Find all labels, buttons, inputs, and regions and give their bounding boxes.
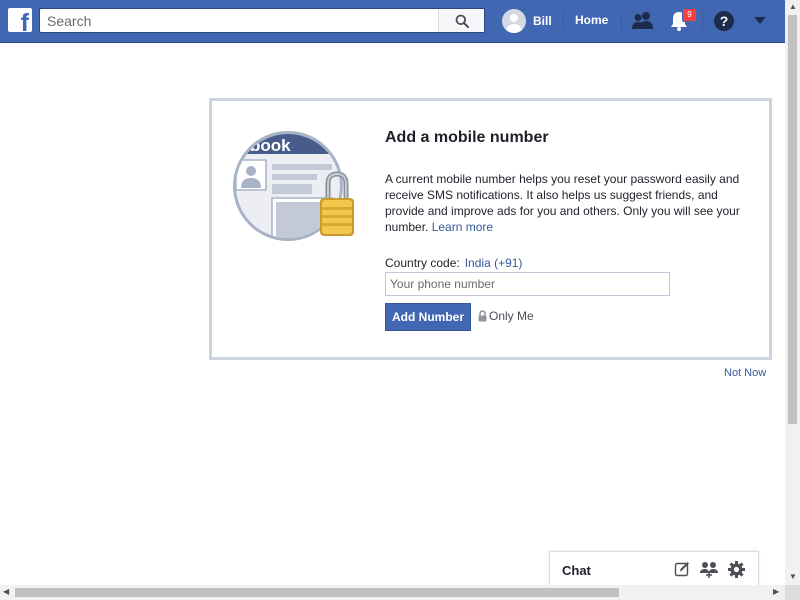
- phone-security-illustration: book: [233, 131, 354, 241]
- scroll-left-arrow-icon[interactable]: ◀: [3, 588, 9, 596]
- scrollbar-corner: [785, 585, 800, 600]
- vertical-scrollbar[interactable]: ▲ ▼: [785, 0, 800, 585]
- not-now-link[interactable]: Not Now: [724, 367, 766, 379]
- search-input[interactable]: [40, 9, 438, 32]
- scroll-down-arrow-icon[interactable]: ▼: [789, 573, 797, 581]
- chat-label[interactable]: Chat: [562, 563, 591, 578]
- account-menu-chevron-icon[interactable]: [754, 17, 766, 25]
- chat-bar[interactable]: Chat: [549, 551, 759, 587]
- search-box: [39, 8, 485, 33]
- top-navigation-bar: f Bill Home 9 ?: [0, 0, 785, 43]
- logo-letter: f: [20, 9, 29, 33]
- facebook-logo-icon[interactable]: f: [8, 8, 32, 32]
- illustration-text: book: [250, 136, 291, 155]
- group-icon[interactable]: [700, 561, 718, 578]
- card-title: Add a mobile number: [385, 129, 549, 146]
- horizontal-scrollbar[interactable]: ◀ ▶: [0, 585, 785, 600]
- search-icon: [455, 14, 469, 28]
- help-icon[interactable]: ?: [713, 10, 735, 32]
- friend-requests-icon[interactable]: [631, 11, 654, 30]
- nav-divider: [563, 12, 564, 30]
- add-mobile-number-card: book Add a mobile number A current mobil…: [209, 98, 772, 360]
- privacy-label: Only Me: [489, 309, 534, 323]
- svg-text:?: ?: [720, 13, 729, 29]
- user-name: Bill: [533, 14, 552, 28]
- gear-icon[interactable]: [728, 561, 745, 578]
- nav-divider: [621, 12, 622, 30]
- scroll-up-arrow-icon[interactable]: ▲: [789, 3, 797, 11]
- lock-icon: [478, 310, 487, 322]
- country-code-row: Country code: India (+91): [385, 256, 522, 270]
- add-number-button[interactable]: Add Number: [385, 303, 471, 331]
- card-description: A current mobile number helps you reset …: [385, 171, 750, 235]
- scroll-right-arrow-icon[interactable]: ▶: [773, 588, 779, 596]
- phone-number-input[interactable]: [385, 272, 670, 296]
- notification-count-badge: 9: [682, 8, 697, 22]
- home-link[interactable]: Home: [575, 13, 608, 27]
- vertical-scrollbar-thumb[interactable]: [788, 15, 797, 424]
- privacy-selector[interactable]: Only Me: [478, 309, 534, 323]
- horizontal-scrollbar-thumb[interactable]: [15, 588, 619, 597]
- search-button[interactable]: [438, 9, 484, 32]
- compose-icon[interactable]: [674, 561, 690, 577]
- avatar: [502, 9, 526, 33]
- profile-link[interactable]: Bill: [502, 9, 552, 33]
- country-code-label: Country code:: [385, 256, 460, 270]
- learn-more-link[interactable]: Learn more: [432, 220, 493, 234]
- nav-divider: [702, 12, 703, 30]
- country-code-selector[interactable]: India (+91): [465, 256, 523, 270]
